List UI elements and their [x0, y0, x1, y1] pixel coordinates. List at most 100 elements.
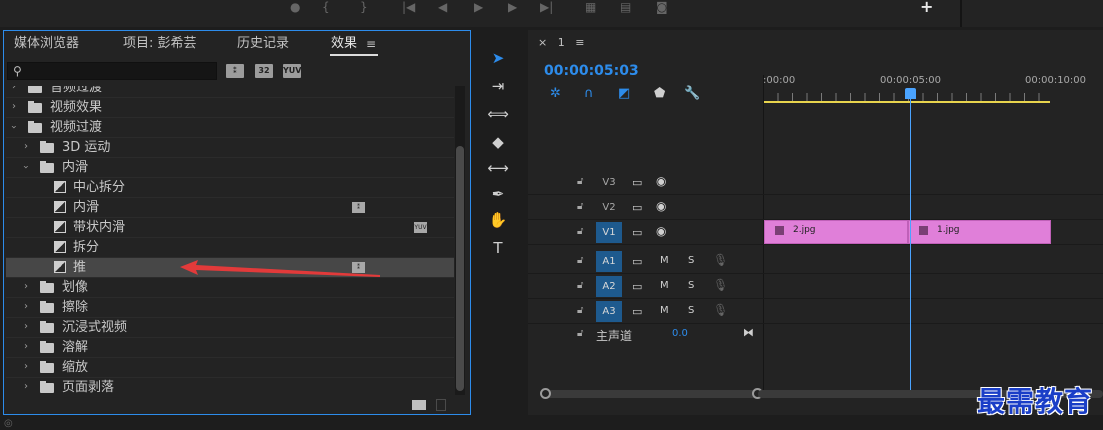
- clip-1-jpg[interactable]: 1.jpg: [908, 220, 1051, 244]
- menu-icon[interactable]: ≡: [366, 36, 376, 52]
- sync-lock-icon[interactable]: ▭: [632, 176, 642, 189]
- selection-tool-icon[interactable]: ➤: [484, 45, 512, 71]
- chevron-down-icon[interactable]: ›: [19, 165, 31, 169]
- lock-icon[interactable]: 🔓︎: [577, 201, 583, 212]
- solo-button[interactable]: S: [688, 255, 694, 266]
- lock-icon[interactable]: 🔓︎: [577, 305, 583, 316]
- tree-item-video-effects[interactable]: › 视频效果: [6, 98, 454, 118]
- ripple-edit-tool-icon[interactable]: ⟺: [484, 101, 512, 127]
- lock-icon[interactable]: 🔓︎: [577, 280, 583, 291]
- go-to-in-icon[interactable]: |◀: [402, 0, 415, 14]
- play-icon[interactable]: ▶: [474, 0, 483, 14]
- track-name[interactable]: A2: [596, 276, 622, 297]
- tree-item-wipe[interactable]: › 擦除: [6, 298, 454, 318]
- chevron-down-icon[interactable]: ›: [7, 125, 19, 129]
- track-name[interactable]: V3: [596, 172, 622, 193]
- chevron-right-icon[interactable]: ›: [24, 341, 28, 353]
- trash-icon[interactable]: [436, 399, 446, 411]
- lock-icon[interactable]: 🔓︎: [577, 328, 583, 339]
- time-ruler[interactable]: :00:00 00:00:05:00 00:00:10:00: [763, 75, 1103, 105]
- work-area-bar[interactable]: [763, 101, 1050, 103]
- menu-icon[interactable]: ≡: [575, 36, 584, 49]
- track-name[interactable]: A1: [596, 251, 622, 272]
- new-bin-icon[interactable]: [412, 400, 426, 410]
- accelerated-effects-icon[interactable]: ⁑: [226, 64, 244, 78]
- go-to-out-icon[interactable]: ▶|: [540, 0, 553, 14]
- lock-icon[interactable]: 🔓︎: [577, 255, 583, 266]
- mic-icon[interactable]: 🎙︎: [713, 278, 728, 292]
- chevron-right-icon[interactable]: ›: [24, 281, 28, 293]
- track-name[interactable]: V1: [596, 222, 622, 243]
- clip-2-jpg[interactable]: 2.jpg: [764, 220, 908, 244]
- tree-item-audio-transitions[interactable]: › 音频过渡: [6, 86, 454, 98]
- tree-item-band-slide[interactable]: 带状内滑 YUV: [6, 218, 454, 238]
- chevron-right-icon[interactable]: ›: [24, 301, 28, 313]
- search-input[interactable]: ⚲: [7, 62, 217, 80]
- chevron-right-icon[interactable]: ›: [24, 321, 28, 333]
- chevron-right-icon[interactable]: ›: [12, 86, 16, 93]
- scrollbar-thumb[interactable]: [456, 146, 464, 391]
- tree-item-dissolve[interactable]: › 溶解: [6, 338, 454, 358]
- eye-icon[interactable]: ◉: [656, 174, 666, 188]
- eye-icon[interactable]: ◉: [656, 224, 666, 238]
- magnet-icon[interactable]: ∩: [584, 86, 594, 101]
- sync-lock-icon[interactable]: ▭: [632, 255, 642, 268]
- export-frame-icon[interactable]: ◙: [656, 0, 668, 14]
- chevron-right-icon[interactable]: ›: [24, 381, 28, 393]
- tab-effects[interactable]: 效果: [331, 36, 357, 52]
- mic-icon[interactable]: 🎙︎: [713, 303, 728, 317]
- go-to-out-icon[interactable]: ⧓: [743, 326, 754, 339]
- tree-item-slide-folder[interactable]: › 内滑: [6, 158, 454, 178]
- tree-item-slide[interactable]: 内滑 ⁑: [6, 198, 454, 218]
- chevron-right-icon[interactable]: ›: [12, 101, 16, 113]
- scrollbar-handle[interactable]: [540, 388, 551, 399]
- track-name[interactable]: A3: [596, 301, 622, 322]
- insert-icon[interactable]: ▦: [585, 0, 596, 14]
- tab-project[interactable]: 项目: 彭希芸: [123, 36, 197, 52]
- header-scrollbar[interactable]: [542, 390, 762, 398]
- playhead[interactable]: [910, 90, 911, 390]
- wrench-icon[interactable]: 🔧: [684, 86, 700, 101]
- pen-tool-icon[interactable]: ✒: [484, 181, 512, 207]
- chevron-right-icon[interactable]: ›: [24, 141, 28, 153]
- tree-item-3d-motion[interactable]: › 3D 运动: [6, 138, 454, 158]
- razor-tool-icon[interactable]: ◆: [484, 129, 512, 155]
- sequence-tab[interactable]: × 1 ≡: [538, 36, 584, 49]
- linked-selection-icon[interactable]: ◩: [618, 86, 630, 101]
- in-point-icon[interactable]: {: [322, 0, 330, 14]
- sync-lock-icon[interactable]: ▭: [632, 280, 642, 293]
- slip-tool-icon[interactable]: ⟷: [484, 155, 512, 181]
- master-volume-value[interactable]: 0.0: [672, 328, 688, 339]
- tree-item-iris[interactable]: › 划像: [6, 278, 454, 298]
- add-marker-icon[interactable]: ⬟: [654, 86, 665, 101]
- tree-item-video-transitions[interactable]: › 视频过渡: [6, 118, 454, 138]
- chevron-right-icon[interactable]: ›: [24, 361, 28, 373]
- mute-button[interactable]: M: [660, 305, 669, 316]
- step-forward-icon[interactable]: ▶: [508, 0, 517, 14]
- tree-item-split[interactable]: 拆分: [6, 238, 454, 258]
- lock-icon[interactable]: 🔓︎: [577, 176, 583, 187]
- solo-button[interactable]: S: [688, 305, 694, 316]
- yuv-icon[interactable]: YUV: [283, 64, 301, 78]
- playhead-handle[interactable]: [905, 88, 916, 99]
- 32bit-icon[interactable]: 32: [255, 64, 273, 78]
- sync-lock-icon[interactable]: ▭: [632, 226, 642, 239]
- track-select-tool-icon[interactable]: ⇥: [484, 73, 512, 99]
- step-back-icon[interactable]: ◀: [438, 0, 447, 14]
- sync-lock-icon[interactable]: ▭: [632, 201, 642, 214]
- snap-icon[interactable]: ✲: [550, 86, 561, 101]
- mute-button[interactable]: M: [660, 280, 669, 291]
- close-icon[interactable]: ×: [538, 36, 547, 49]
- hand-tool-icon[interactable]: ✋: [484, 207, 512, 233]
- tab-media-browser[interactable]: 媒体浏览器: [14, 36, 79, 52]
- add-button-icon[interactable]: +: [920, 0, 933, 15]
- track-name[interactable]: V2: [596, 197, 622, 218]
- sync-lock-icon[interactable]: ▭: [632, 305, 642, 318]
- tree-item-center-split[interactable]: 中心拆分: [6, 178, 454, 198]
- mute-button[interactable]: M: [660, 255, 669, 266]
- type-tool-icon[interactable]: T: [484, 235, 512, 261]
- lock-icon[interactable]: 🔓︎: [577, 226, 583, 237]
- tree-item-page-peel[interactable]: › 页面剥落: [6, 378, 454, 395]
- tab-history[interactable]: 历史记录: [237, 36, 289, 52]
- timecode-display[interactable]: 00:00:05:03: [544, 63, 639, 79]
